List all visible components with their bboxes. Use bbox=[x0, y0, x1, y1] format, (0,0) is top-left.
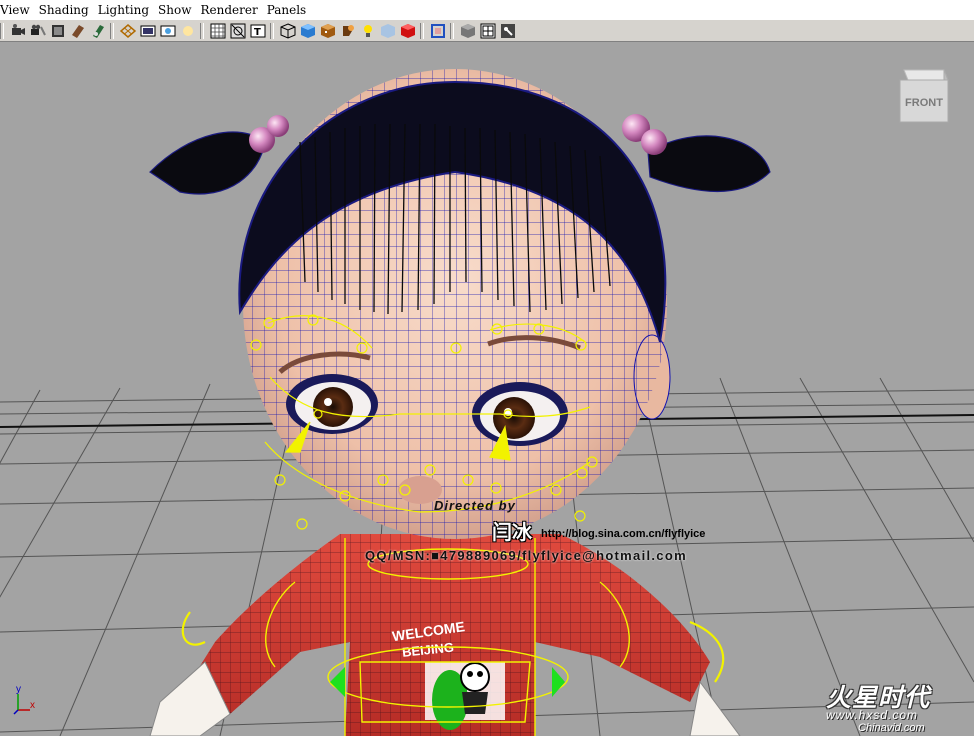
safe-action-icon[interactable]: T bbox=[249, 22, 267, 40]
axis-indicator bbox=[13, 694, 30, 715]
toolbar-separator bbox=[0, 22, 4, 39]
svg-text:T: T bbox=[254, 27, 261, 38]
shadow-icon[interactable] bbox=[359, 22, 377, 40]
viewcube-label: FRONT bbox=[905, 97, 943, 109]
field-chart-icon[interactable] bbox=[229, 22, 247, 40]
joints-icon[interactable] bbox=[499, 22, 517, 40]
menu-shading[interactable]: Shading bbox=[35, 3, 94, 17]
camera-attr-icon[interactable] bbox=[29, 22, 47, 40]
gate-mask-icon[interactable] bbox=[209, 22, 227, 40]
panel-toolbar: T bbox=[0, 20, 974, 42]
menu-show[interactable]: Show bbox=[154, 3, 196, 17]
xray-icon[interactable] bbox=[379, 22, 397, 40]
credit-directed: Directed by bbox=[434, 498, 516, 513]
credit-contact: QQ/MSN:■479889069/flyflyice@hotmail.com bbox=[365, 548, 687, 563]
bookmark-icon[interactable] bbox=[49, 22, 67, 40]
camera-icon[interactable] bbox=[9, 22, 27, 40]
menu-view[interactable]: View bbox=[0, 3, 35, 17]
resolution-gate-icon[interactable] bbox=[179, 22, 197, 40]
image-plane-icon[interactable] bbox=[69, 22, 87, 40]
grid-icon[interactable] bbox=[139, 22, 157, 40]
grease-pencil-icon[interactable] bbox=[119, 22, 137, 40]
menu-panels[interactable]: Panels bbox=[263, 3, 312, 17]
toolbar-separator bbox=[420, 22, 424, 39]
credit-blog: http://blog.sina.com.cn/flyflyice bbox=[541, 528, 706, 540]
character-head bbox=[149, 69, 771, 539]
watermark-site-chinavid: Chinavid.com bbox=[858, 722, 925, 734]
watermark-site-hxsd: www.hxsd.com bbox=[826, 708, 919, 722]
toolbar-separator bbox=[200, 22, 204, 39]
credit-author: 闫冰 bbox=[492, 522, 532, 544]
viewcube[interactable]: FRONT bbox=[896, 66, 950, 126]
menu-bar: View Shading Lighting Show Renderer Pane… bbox=[0, 0, 974, 20]
backface-icon[interactable] bbox=[459, 22, 477, 40]
lightbulb-icon[interactable] bbox=[339, 22, 357, 40]
axis-x-label: x bbox=[30, 700, 35, 711]
xray-joints-icon[interactable] bbox=[479, 22, 497, 40]
isolate-icon[interactable] bbox=[399, 22, 417, 40]
toolbar-separator bbox=[450, 22, 454, 39]
toolbar-separator bbox=[110, 22, 114, 39]
menu-renderer[interactable]: Renderer bbox=[196, 3, 262, 17]
wire-on-shaded-icon[interactable] bbox=[429, 22, 447, 40]
scene-render: WELCOME BEIJING bbox=[0, 69, 974, 736]
toolbar-separator bbox=[270, 22, 274, 39]
smooth-shade-icon[interactable] bbox=[299, 22, 317, 40]
axis-y-label: y bbox=[16, 684, 21, 695]
textured-icon[interactable] bbox=[319, 22, 337, 40]
perspective-viewport[interactable]: WELCOME BEIJING FRONT Directed by 闫冰 htt… bbox=[0, 42, 974, 736]
pan-zoom-icon[interactable] bbox=[89, 22, 107, 40]
menu-lighting[interactable]: Lighting bbox=[94, 3, 154, 17]
wireframe-icon[interactable] bbox=[279, 22, 297, 40]
film-gate-icon[interactable] bbox=[159, 22, 177, 40]
